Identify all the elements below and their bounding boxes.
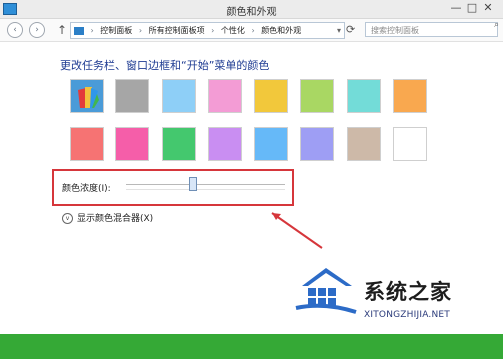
color-swatch-2-8[interactable] — [393, 127, 427, 161]
color-swatch-1-8[interactable] — [393, 79, 427, 113]
watermark-title: 系统之家 — [364, 280, 452, 304]
search-input[interactable]: 搜索控制面板 — [365, 22, 498, 37]
palette-swatch[interactable] — [70, 79, 104, 113]
breadcrumb-control-panel[interactable]: 控制面板 — [100, 23, 132, 38]
show-color-mixer-toggle[interactable]: v 显示颜色混合器(X) — [62, 211, 153, 224]
breadcrumb-separator: › — [211, 26, 215, 35]
color-swatch-1-6[interactable] — [300, 79, 334, 113]
breadcrumb-separator: › — [251, 26, 255, 35]
color-intensity-label: 颜色浓度(I): — [62, 184, 111, 194]
color-intensity-slider-track[interactable] — [126, 184, 285, 190]
color-swatch-2-3[interactable] — [162, 127, 196, 161]
close-button[interactable]: ✕ — [481, 2, 495, 14]
address-bar[interactable]: › 控制面板 › 所有控制面板项 › 个性化 › 颜色和外观 ▾ — [70, 22, 345, 39]
color-swatch-2-6[interactable] — [300, 127, 334, 161]
control-panel-breadcrumb-icon — [74, 26, 84, 35]
watermark-site: XITONGZHIJIA.NET — [364, 310, 450, 320]
breadcrumb-personalization[interactable]: 个性化 — [221, 23, 245, 38]
mixer-toggle-label: 显示颜色混合器(X) — [77, 214, 154, 224]
refresh-icon[interactable]: ⟳ — [346, 23, 360, 37]
minimize-button[interactable]: — — [449, 2, 463, 14]
breadcrumb-all-items[interactable]: 所有控制面板项 — [149, 23, 205, 38]
up-arrow-icon[interactable]: ↑ — [57, 23, 67, 37]
color-swatch-2-1[interactable] — [70, 127, 104, 161]
color-swatch-1-2[interactable] — [115, 79, 149, 113]
breadcrumb-separator: › — [138, 26, 143, 35]
color-swatch-2-2[interactable] — [115, 127, 149, 161]
color-intensity-slider-thumb[interactable] — [188, 177, 197, 191]
color-swatch-2-7[interactable] — [347, 127, 381, 161]
forward-arrow-icon[interactable]: › — [29, 22, 45, 38]
search-icon[interactable]: ⌕ — [494, 20, 499, 30]
color-swatch-2-5[interactable] — [254, 127, 288, 161]
palette-fan-icon — [78, 87, 99, 108]
maximize-button[interactable]: □ — [465, 2, 479, 14]
chevron-down-icon[interactable]: ▾ — [337, 23, 341, 38]
back-arrow-icon[interactable]: ‹ — [7, 22, 23, 38]
color-swatch-1-5[interactable] — [254, 79, 288, 113]
title-bar: 颜色和外观 — □ ✕ — [0, 0, 503, 19]
breadcrumb-color-appearance[interactable]: 颜色和外观 — [261, 23, 301, 38]
color-swatch-1-4[interactable] — [208, 79, 242, 113]
house-logo-icon — [295, 268, 357, 314]
breadcrumb-separator: › — [90, 26, 94, 35]
window-title: 颜色和外观 — [226, 7, 277, 18]
page-title: 更改任务栏、窗口边框和“开始”菜单的颜色 — [60, 59, 270, 72]
color-swatch-1-3[interactable] — [162, 79, 196, 113]
site-watermark: 系统之家 XITONGZHIJIA.NET — [294, 258, 500, 334]
chevron-down-icon: v — [62, 213, 73, 224]
navigation-toolbar: ‹ › ↑ › 控制面板 › 所有控制面板项 › 个性化 › 颜色和外观 ▾ ⟳… — [0, 19, 503, 42]
color-swatch-2-4[interactable] — [208, 127, 242, 161]
bottom-band — [0, 334, 503, 359]
color-swatch-1-7[interactable] — [347, 79, 381, 113]
